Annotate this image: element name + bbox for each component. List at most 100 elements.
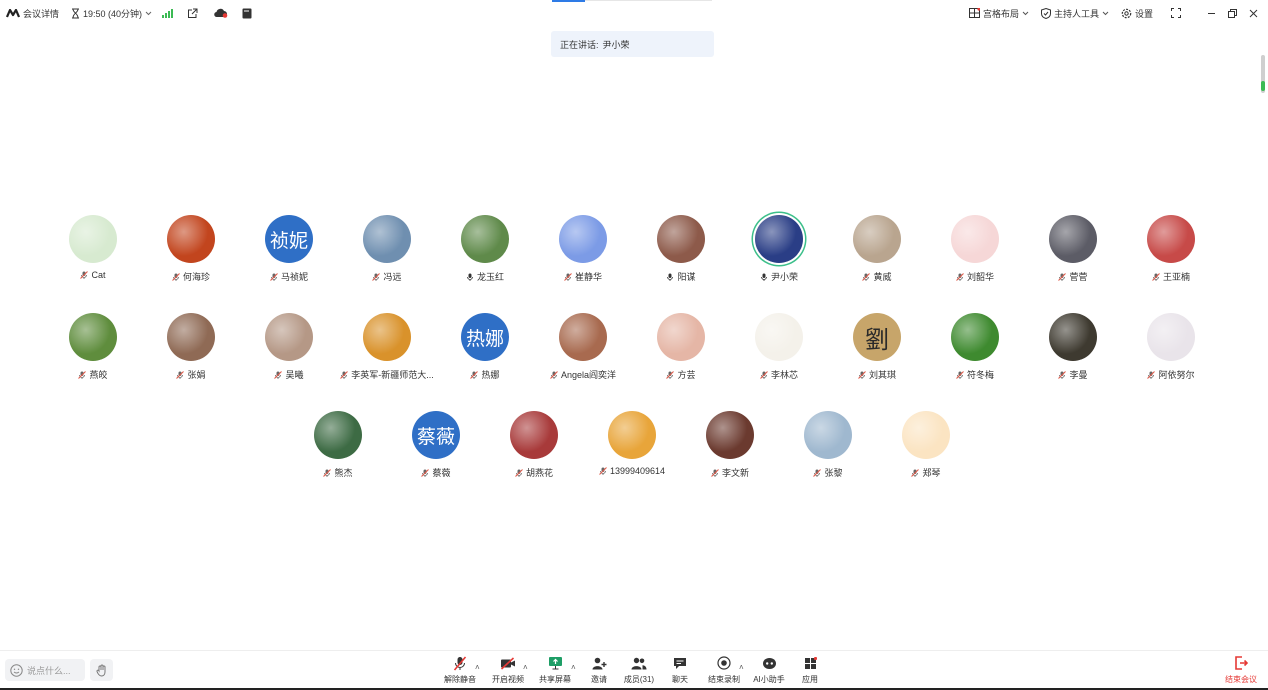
mic-muted-icon xyxy=(270,273,278,281)
avatar[interactable] xyxy=(657,215,705,263)
avatar[interactable] xyxy=(559,313,607,361)
participant-tile[interactable]: 张黎 xyxy=(780,411,876,483)
chevron-down-icon xyxy=(145,11,152,16)
end-meeting-button[interactable]: 结束会议 xyxy=(1218,655,1264,687)
participant-tile[interactable]: 崔静华 xyxy=(535,215,631,287)
avatar[interactable] xyxy=(559,215,607,263)
participant-tile[interactable]: 熊杰 xyxy=(290,411,386,483)
participant-tile[interactable]: 李英军-新疆师范大... xyxy=(339,313,435,385)
participant-tile[interactable]: 龙玉红 xyxy=(437,215,533,287)
avatar[interactable]: 劉 xyxy=(853,313,901,361)
participant-tile[interactable]: 13999409614 xyxy=(584,411,680,483)
avatar[interactable] xyxy=(657,313,705,361)
participant-tile[interactable]: 李文新 xyxy=(682,411,778,483)
participant-name: 王亚楠 xyxy=(1162,272,1190,282)
participant-tile[interactable]: 祯妮马祯妮 xyxy=(241,215,337,287)
grid-layout-icon xyxy=(968,8,980,18)
quick-chat-input[interactable]: 说点什么... xyxy=(5,659,85,681)
restore-icon[interactable] xyxy=(1228,8,1237,18)
participant-tile[interactable]: 方芸 xyxy=(633,313,729,385)
participant-tile[interactable]: 冯远 xyxy=(339,215,435,287)
avatar[interactable] xyxy=(69,313,117,361)
participant-name: 何海珍 xyxy=(182,272,210,282)
top-bar: 会议详情 19:50 (40分钟) 宫格布局 主持人工具 设置 xyxy=(0,0,1268,26)
participant-name-row: 13999409614 xyxy=(584,466,680,476)
signal-strength-icon[interactable] xyxy=(162,8,174,18)
gallery-scrollbar[interactable] xyxy=(1261,55,1265,93)
avatar[interactable] xyxy=(167,215,215,263)
emoji-icon[interactable] xyxy=(10,663,23,677)
avatar[interactable] xyxy=(1147,215,1195,263)
participant-tile[interactable]: 胡燕花 xyxy=(486,411,582,483)
host-tools-button[interactable]: 主持人工具 xyxy=(1040,7,1109,20)
avatar[interactable] xyxy=(951,215,999,263)
avatar[interactable] xyxy=(755,313,803,361)
avatar[interactable] xyxy=(167,313,215,361)
minimize-icon[interactable] xyxy=(1207,9,1216,18)
participant-tile[interactable]: 李曼 xyxy=(1025,313,1121,385)
avatar[interactable] xyxy=(755,215,803,263)
participant-tile[interactable]: Angela阎奕洋 xyxy=(535,313,631,385)
avatar[interactable] xyxy=(363,215,411,263)
participant-name-row: 崔静华 xyxy=(535,270,631,283)
avatar[interactable] xyxy=(510,411,558,459)
avatar[interactable] xyxy=(1147,313,1195,361)
avatar[interactable] xyxy=(1049,313,1097,361)
notes-icon[interactable] xyxy=(242,8,252,19)
participant-name: 马祯妮 xyxy=(280,272,308,282)
participant-tile[interactable]: 热娜 热娜 xyxy=(437,313,533,385)
participant-tile[interactable]: 李林芯 xyxy=(731,313,827,385)
participant-tile[interactable]: 阿依努尔 xyxy=(1123,313,1219,385)
avatar[interactable] xyxy=(853,215,901,263)
participant-tile[interactable]: 吴曦 xyxy=(241,313,337,385)
raise-hand-button[interactable] xyxy=(90,659,113,681)
mic-muted-icon xyxy=(274,371,283,379)
participant-tile[interactable]: 何海珍 xyxy=(143,215,239,287)
popout-icon[interactable] xyxy=(187,8,198,19)
participant-name: 刘韶华 xyxy=(966,272,994,282)
audio-options-chevron-icon[interactable]: ˄ xyxy=(475,663,480,672)
participant-tile[interactable]: 蔡薇 蔡薇 xyxy=(388,411,484,483)
avatar[interactable]: 祯妮 xyxy=(265,215,313,263)
participant-tile[interactable]: 黄威 xyxy=(829,215,925,287)
meeting-timer[interactable]: 19:50 (40分钟) xyxy=(71,7,152,20)
cloud-record-icon[interactable] xyxy=(214,8,228,18)
avatar[interactable] xyxy=(265,313,313,361)
participant-name: 李林芯 xyxy=(770,370,798,380)
apps-label: 应用 xyxy=(802,675,818,684)
avatar[interactable] xyxy=(706,411,754,459)
avatar[interactable] xyxy=(314,411,362,459)
fullscreen-icon[interactable] xyxy=(1171,8,1181,18)
participant-tile[interactable]: 王亚楠 xyxy=(1123,215,1219,287)
participant-tile[interactable]: 菅菅 xyxy=(1025,215,1121,287)
avatar[interactable] xyxy=(69,215,117,263)
avatar[interactable] xyxy=(461,215,509,263)
participant-tile[interactable]: 尹小荣 xyxy=(731,215,827,287)
participant-tile[interactable]: 劉刘其琪 xyxy=(829,313,925,385)
recording-options-chevron-icon[interactable]: ˄ xyxy=(739,663,744,672)
meeting-info-button[interactable]: 会议详情 xyxy=(6,7,59,20)
chat-button[interactable]: 聊天 xyxy=(655,655,705,687)
avatar[interactable] xyxy=(902,411,950,459)
avatar[interactable] xyxy=(608,411,656,459)
participant-tile[interactable]: 刘韶华 xyxy=(927,215,1023,287)
participant-tile[interactable]: 张娟 xyxy=(143,313,239,385)
participant-tile[interactable]: 阳谋 xyxy=(633,215,729,287)
participant-name: 李文新 xyxy=(721,468,749,478)
video-options-chevron-icon[interactable]: ˄ xyxy=(523,663,528,672)
participant-tile[interactable]: 郑琴 xyxy=(878,411,974,483)
avatar[interactable] xyxy=(951,313,999,361)
avatar[interactable]: 热娜 xyxy=(461,313,509,361)
mic-muted-icon xyxy=(711,469,719,477)
avatar[interactable]: 蔡薇 xyxy=(412,411,460,459)
avatar[interactable] xyxy=(804,411,852,459)
close-icon[interactable] xyxy=(1249,9,1258,18)
participant-tile[interactable]: 符冬梅 xyxy=(927,313,1023,385)
apps-button[interactable]: 应用 xyxy=(785,655,835,687)
layout-button[interactable]: 宫格布局 xyxy=(968,7,1029,20)
avatar[interactable] xyxy=(1049,215,1097,263)
avatar[interactable] xyxy=(363,313,411,361)
settings-button[interactable]: 设置 xyxy=(1121,7,1153,20)
participant-tile[interactable]: 燕皎 xyxy=(45,313,141,385)
participant-tile[interactable]: Cat xyxy=(45,215,141,287)
